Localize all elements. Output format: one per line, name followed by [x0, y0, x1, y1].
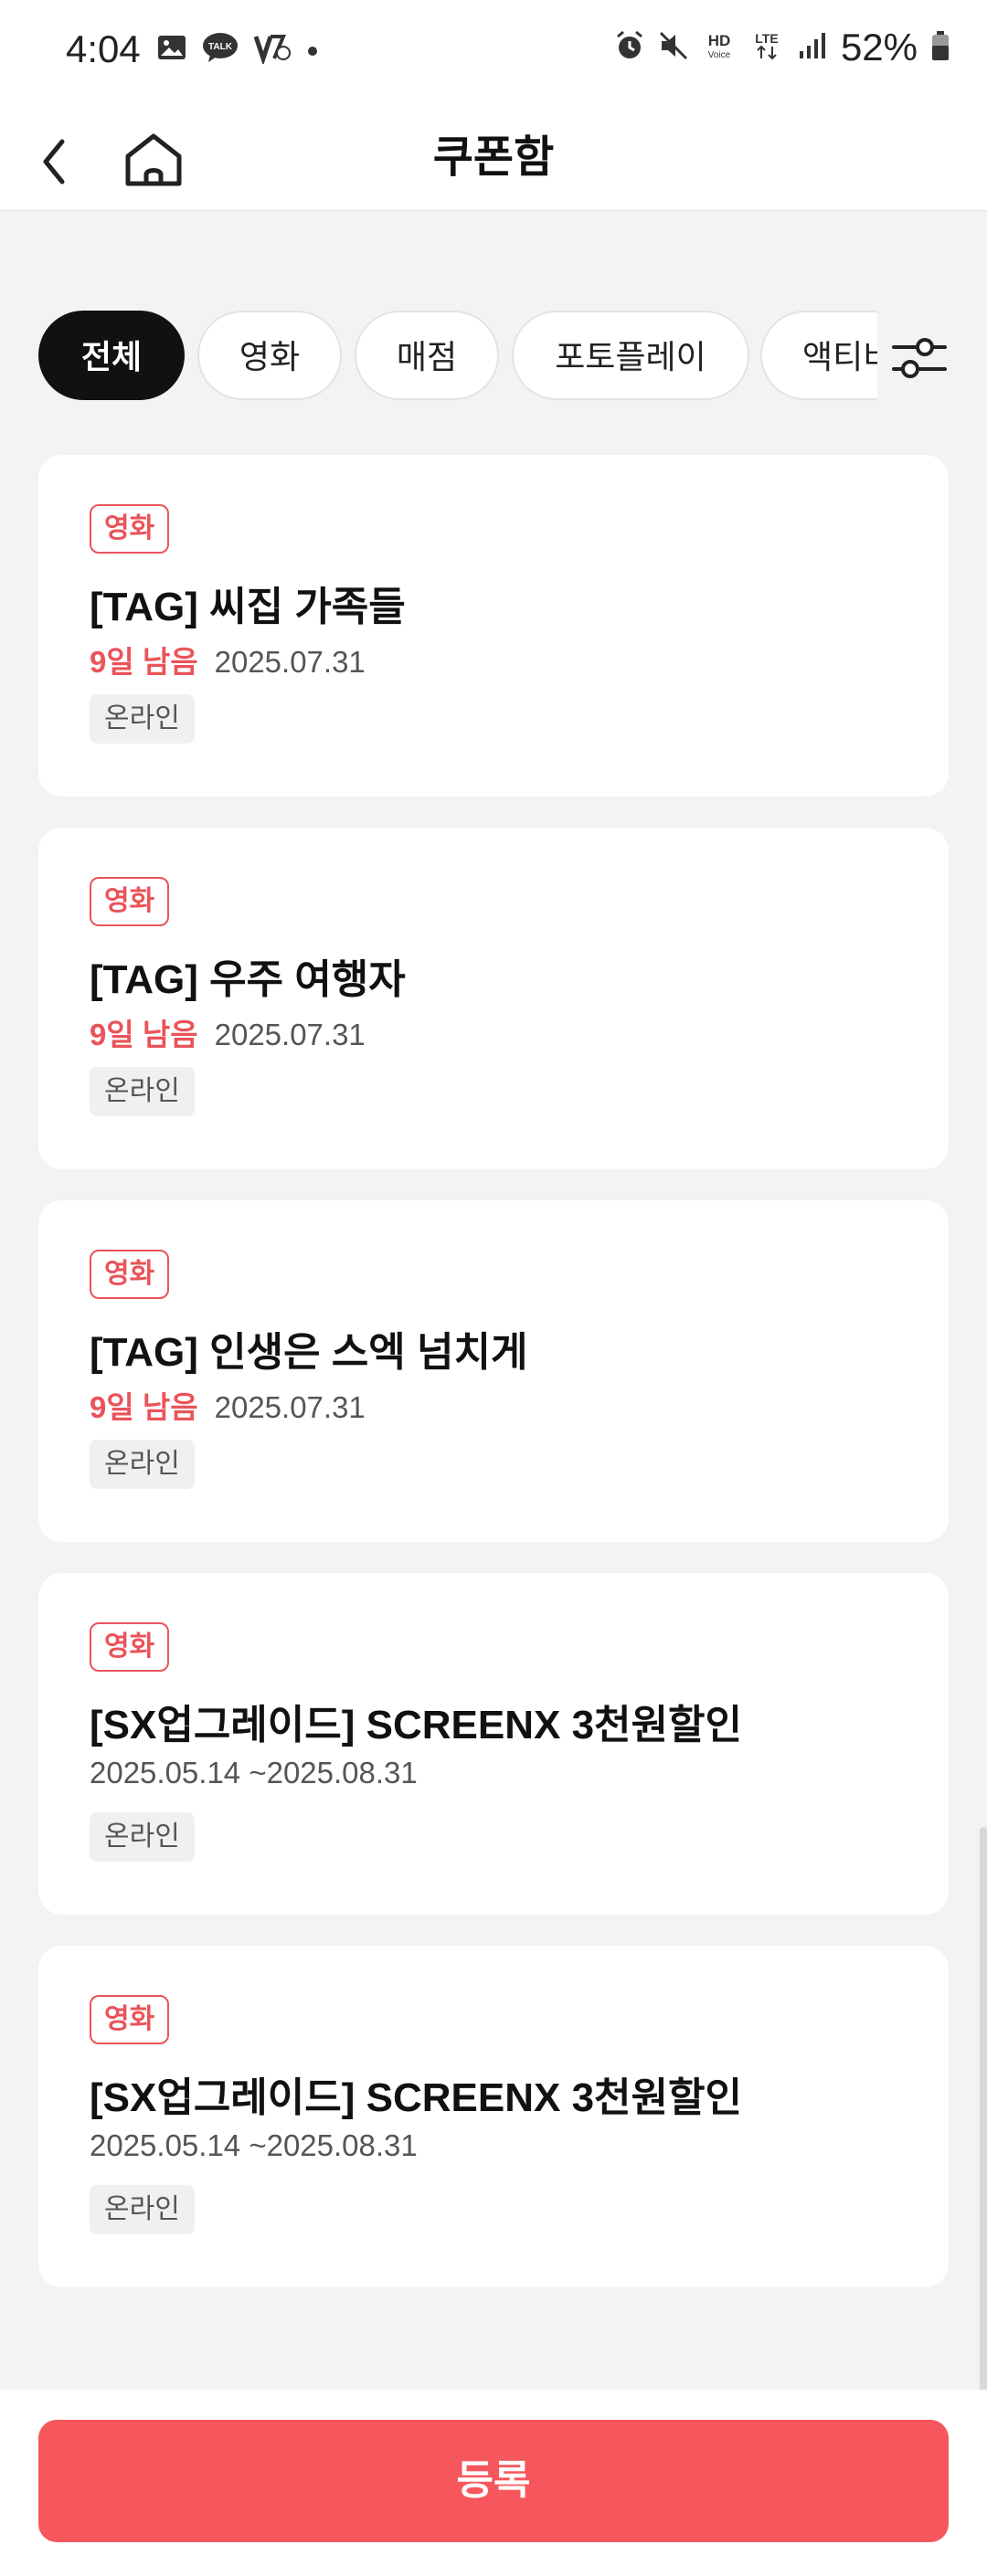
register-button[interactable]: 등록 — [38, 2420, 949, 2542]
expiry-date: 2025.07.31 — [214, 1390, 366, 1424]
back-arrow-icon — [43, 139, 65, 185]
vpn-icon — [252, 31, 291, 69]
coupon-validity: 9일 남음 2025.07.31 — [90, 1383, 366, 1427]
channel-tag: 온라인 — [90, 2185, 195, 2234]
gallery-icon — [155, 31, 188, 69]
back-button[interactable] — [33, 121, 106, 195]
chip-movie[interactable]: 영화 — [197, 311, 342, 400]
dot-icon — [303, 31, 322, 69]
alarm-icon — [614, 29, 645, 67]
category-badge: 영화 — [90, 1622, 170, 1672]
chip-activity[interactable]: 액티비 — [760, 311, 877, 400]
bottom-bar: 등록 — [0, 2390, 987, 2576]
talk-icon: TALK — [201, 31, 239, 69]
coupon-card[interactable]: 영화 [TAG] 인생은 스엑 넘치게 9일 남음 2025.07.31 온라인 — [38, 1200, 949, 1542]
home-button[interactable] — [117, 121, 190, 195]
coupon-title: [SX업그레이드] SCREENX 3천원할인 — [90, 2075, 742, 2120]
validity-period: 2025.05.14 ~2025.08.31 — [90, 1756, 418, 1789]
coupon-title: [SX업그레이드] SCREENX 3천원할인 — [90, 1703, 742, 1747]
svg-text:LTE: LTE — [755, 31, 778, 46]
coupon-validity: 2025.05.14 ~2025.08.31 — [90, 1756, 418, 1790]
validity-period: 2025.05.14 ~2025.08.31 — [90, 2128, 418, 2162]
chip-photoplay[interactable]: 포토플레이 — [512, 311, 749, 400]
days-left: 9일 남음 — [90, 1018, 198, 1051]
notification-icons: TALK — [155, 31, 322, 69]
expiry-date: 2025.07.31 — [214, 1018, 366, 1051]
category-badge: 영화 — [90, 1995, 170, 2044]
days-left: 9일 남음 — [90, 645, 198, 679]
app-header: 쿠폰함 — [0, 105, 987, 211]
coupon-validity: 9일 남음 2025.07.31 — [90, 638, 366, 681]
coupon-title: [TAG] 인생은 스엑 넘치게 — [90, 1330, 528, 1375]
lte-icon: LTE — [749, 29, 784, 67]
scrollbar[interactable] — [980, 1827, 987, 2393]
coupon-title: [TAG] 씨집 가족들 — [90, 585, 406, 629]
coupon-validity: 9일 남음 2025.07.31 — [90, 1010, 366, 1054]
status-time: 4:04 — [66, 27, 141, 70]
coupon-card[interactable]: 영화 [SX업그레이드] SCREENX 3천원할인 2025.05.14 ~2… — [38, 1946, 949, 2287]
coupon-validity: 2025.05.14 ~2025.08.31 — [90, 2128, 418, 2163]
coupon-title: [TAG] 우주 여행자 — [90, 957, 406, 1002]
svg-text:HD: HD — [708, 32, 731, 49]
coupon-card[interactable]: 영화 [TAG] 씨집 가족들 9일 남음 2025.07.31 온라인 — [38, 455, 949, 797]
svg-text:TALK: TALK — [208, 42, 233, 52]
channel-tag: 온라인 — [90, 1440, 195, 1489]
signal-icon — [797, 29, 828, 67]
home-icon — [125, 133, 182, 186]
category-badge: 영화 — [90, 1250, 170, 1299]
category-badge: 영화 — [90, 877, 170, 926]
expiry-date: 2025.07.31 — [214, 645, 366, 679]
days-left: 9일 남음 — [90, 1390, 198, 1424]
battery-icon — [930, 29, 950, 67]
svg-text:Voice: Voice — [708, 50, 731, 60]
filter-button[interactable] — [888, 327, 950, 389]
mute-icon — [658, 29, 689, 67]
channel-tag: 온라인 — [90, 1067, 195, 1116]
chip-all[interactable]: 전체 — [38, 311, 185, 400]
category-badge: 영화 — [90, 504, 170, 554]
hd-voice-icon: HD Voice — [702, 29, 737, 67]
battery-percent: 52% — [840, 26, 918, 69]
sliders-icon — [892, 338, 947, 378]
channel-tag: 온라인 — [90, 1812, 195, 1862]
category-chips: 전체 영화 매점 포토플레이 액티비 — [0, 311, 877, 406]
system-icons: HD Voice LTE 52% — [614, 26, 950, 69]
channel-tag: 온라인 — [90, 694, 195, 744]
coupon-card[interactable]: 영화 [SX업그레이드] SCREENX 3천원할인 2025.05.14 ~2… — [38, 1573, 949, 1915]
chip-snack[interactable]: 매점 — [355, 311, 499, 400]
coupon-card[interactable]: 영화 [TAG] 우주 여행자 9일 남음 2025.07.31 온라인 — [38, 828, 949, 1169]
status-bar: 4:04 TALK HD Voice LTE 52% — [0, 0, 987, 105]
